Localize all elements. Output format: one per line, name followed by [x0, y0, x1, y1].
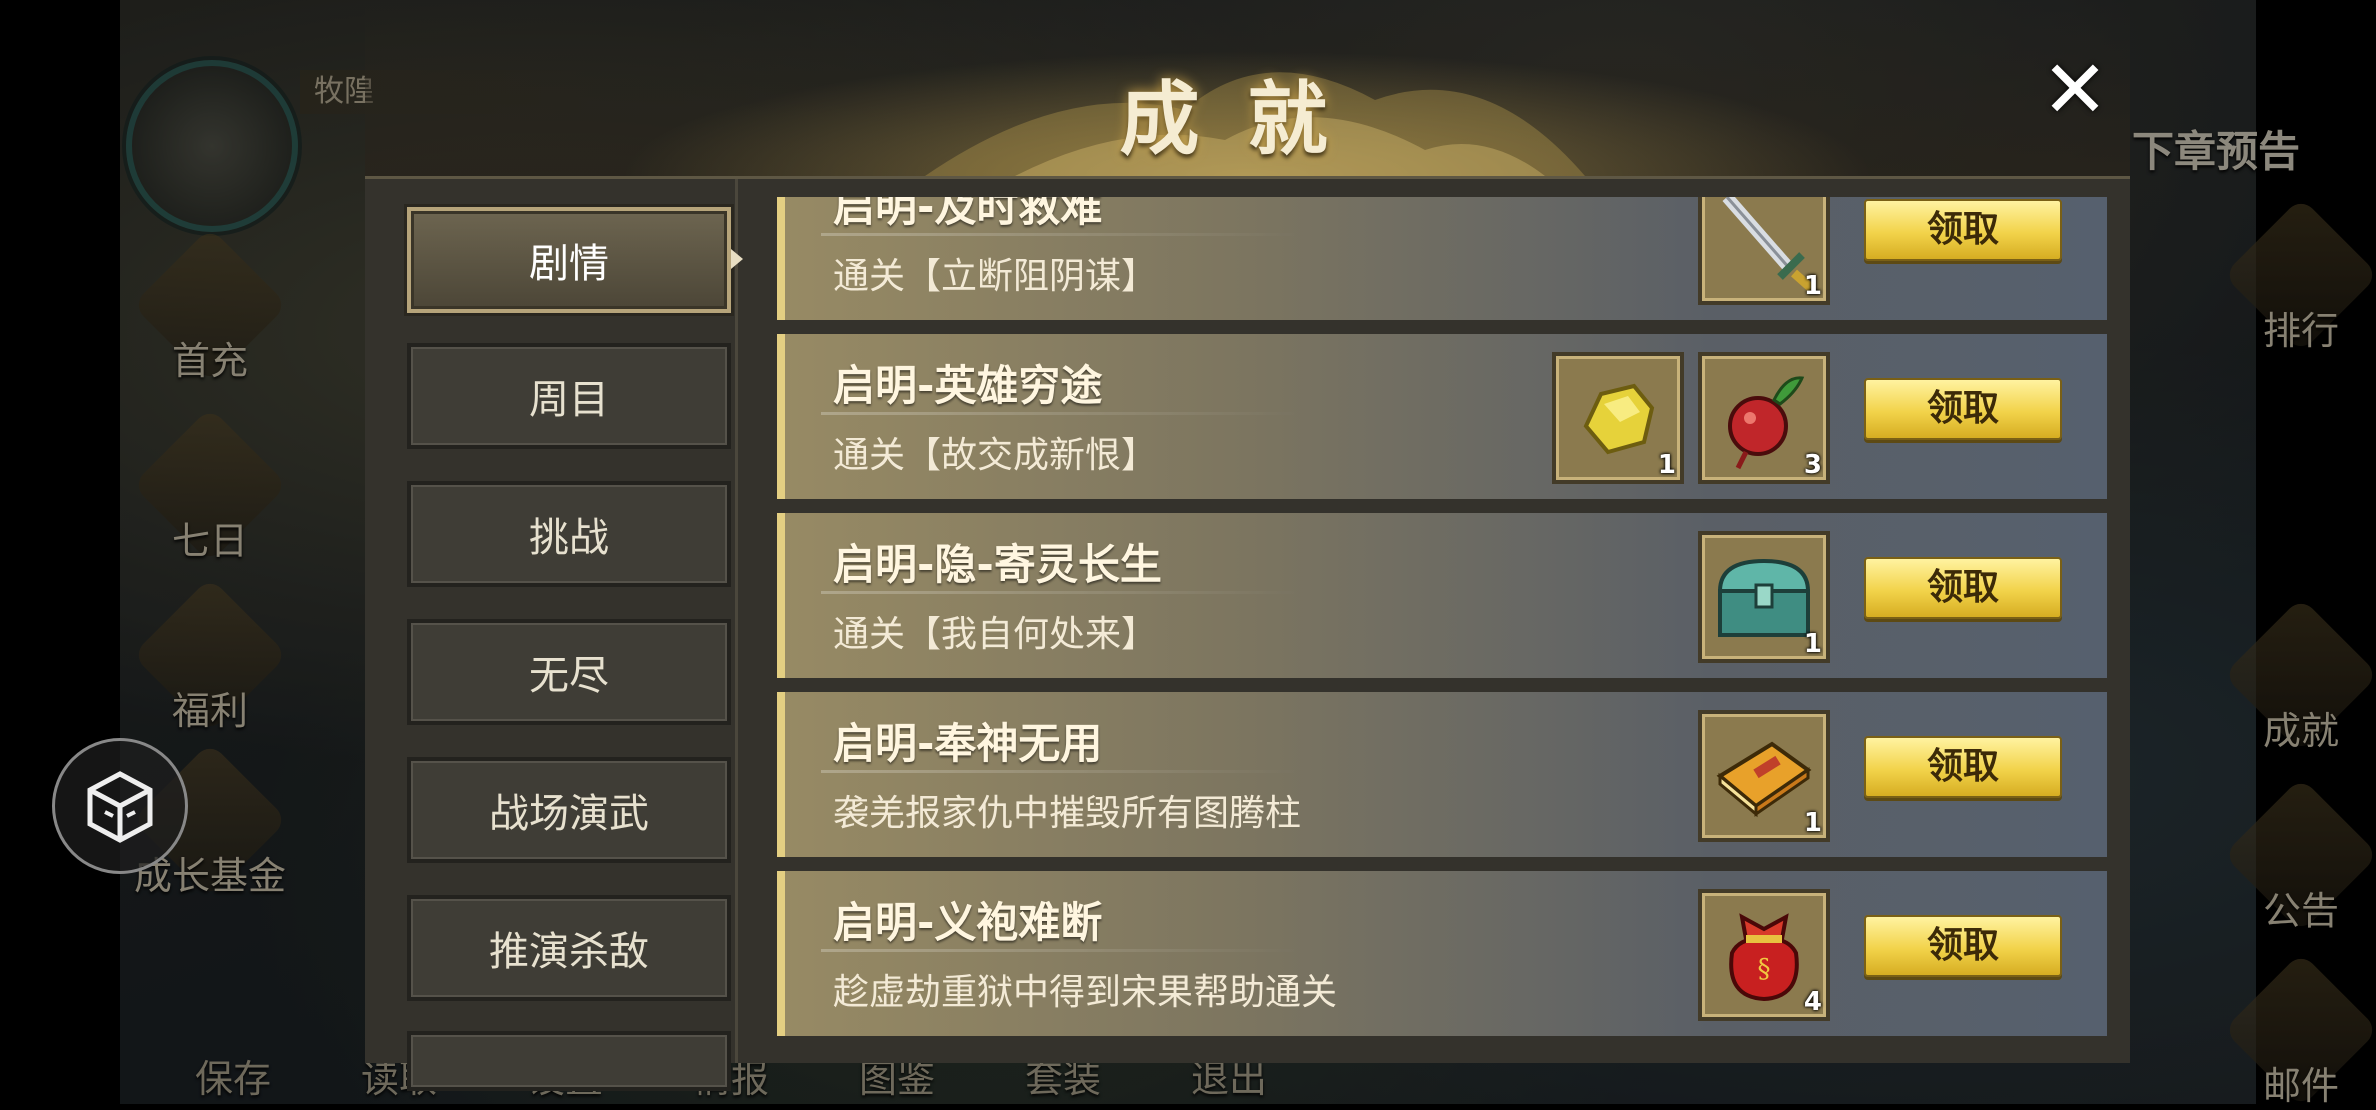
achievement-title: 启明-英雄穷途	[833, 361, 1103, 410]
reward-count: 1	[1803, 271, 1822, 301]
tab-battlefield-drill[interactable]: 战场演武	[407, 757, 731, 863]
reward-count: 1	[1803, 808, 1822, 838]
achievement-title: 启明-义袍难断	[833, 898, 1103, 947]
achievement-desc: 通关【我自何处来】	[833, 614, 1158, 655]
modal-title: 成就	[1119, 72, 1376, 166]
active-tab-arrow-icon	[731, 249, 743, 269]
achievement-desc: 趁虚劫重狱中得到宋果帮助通关	[833, 972, 1338, 1013]
achievement-modal: 成就 ✕ 剧情 周目 挑战 无尽 战场演武 推演杀敌 启明-及时救难 通关【立断…	[365, 0, 2130, 1091]
divider	[821, 412, 1301, 415]
reward-count: 1	[1657, 450, 1676, 480]
achievement-desc: 通关【故交成新恨】	[833, 435, 1158, 476]
achievement-title: 启明-奉神无用	[833, 719, 1103, 768]
achievement-title: 启明-隐-寄灵长生	[833, 540, 1162, 589]
achievement-desc: 通关【立断阻阴谋】	[833, 256, 1158, 297]
cube-icon	[87, 771, 153, 843]
list-item: 启明-奉神无用 袭羌报家仇中摧毁所有图腾柱 1 领取	[777, 692, 2107, 857]
modal-body: 剧情 周目 挑战 无尽 战场演武 推演杀敌 启明-及时救难 通关【立断阻阴谋】	[365, 176, 2130, 1091]
reward-slot[interactable]: 1	[1698, 197, 1830, 305]
tab-more[interactable]	[407, 1031, 731, 1091]
divider	[821, 591, 1301, 594]
divider	[821, 770, 1301, 773]
claim-button[interactable]: 领取	[1864, 199, 2062, 261]
claim-button[interactable]: 领取	[1864, 378, 2062, 440]
floating-cube-button[interactable]	[52, 738, 188, 874]
reward-slot[interactable]: 1	[1698, 710, 1830, 842]
list-item: 启明-及时救难 通关【立断阻阴谋】 1 领取	[777, 197, 2107, 320]
tab-challenge[interactable]: 挑战	[407, 481, 731, 587]
reward-count: 4	[1803, 987, 1822, 1017]
divider	[821, 233, 1301, 236]
claim-button[interactable]: 领取	[1864, 557, 2062, 619]
category-list: 剧情 周目 挑战 无尽 战场演武 推演杀敌	[391, 179, 743, 1091]
reward-count: 3	[1803, 450, 1822, 480]
list-item: 启明-义袍难断 趁虚劫重狱中得到宋果帮助通关 § 4 领取	[777, 871, 2107, 1036]
reward-count: 1	[1803, 629, 1822, 659]
reward-slot[interactable]: 1	[1552, 352, 1684, 484]
claim-button[interactable]: 领取	[1864, 915, 2062, 977]
achievement-list[interactable]: 启明-及时救难 通关【立断阻阴谋】 1 领取 启明-英雄穷途 通关【故交成新恨】…	[777, 197, 2107, 1063]
reward-slot[interactable]: 1	[1698, 531, 1830, 663]
achievement-title: 启明-及时救难	[833, 197, 1103, 231]
tab-endless[interactable]: 无尽	[407, 619, 731, 725]
tab-simulation-kills[interactable]: 推演杀敌	[407, 895, 731, 1001]
reward-slot[interactable]: 3	[1698, 352, 1830, 484]
modal-header: 成就 ✕	[365, 0, 2130, 176]
reward-slot[interactable]: § 4	[1698, 889, 1830, 1021]
list-item: 启明-英雄穷途 通关【故交成新恨】 1 3 领取	[777, 334, 2107, 499]
list-item: 启明-隐-寄灵长生 通关【我自何处来】 1 领取	[777, 513, 2107, 678]
tab-playthrough[interactable]: 周目	[407, 343, 731, 449]
achievement-desc: 袭羌报家仇中摧毁所有图腾柱	[833, 793, 1302, 834]
tab-story[interactable]: 剧情	[407, 207, 731, 313]
svg-text:§: §	[1758, 954, 1771, 984]
claim-button[interactable]: 领取	[1864, 736, 2062, 798]
close-icon[interactable]: ✕	[2035, 50, 2115, 130]
divider	[821, 949, 1301, 952]
